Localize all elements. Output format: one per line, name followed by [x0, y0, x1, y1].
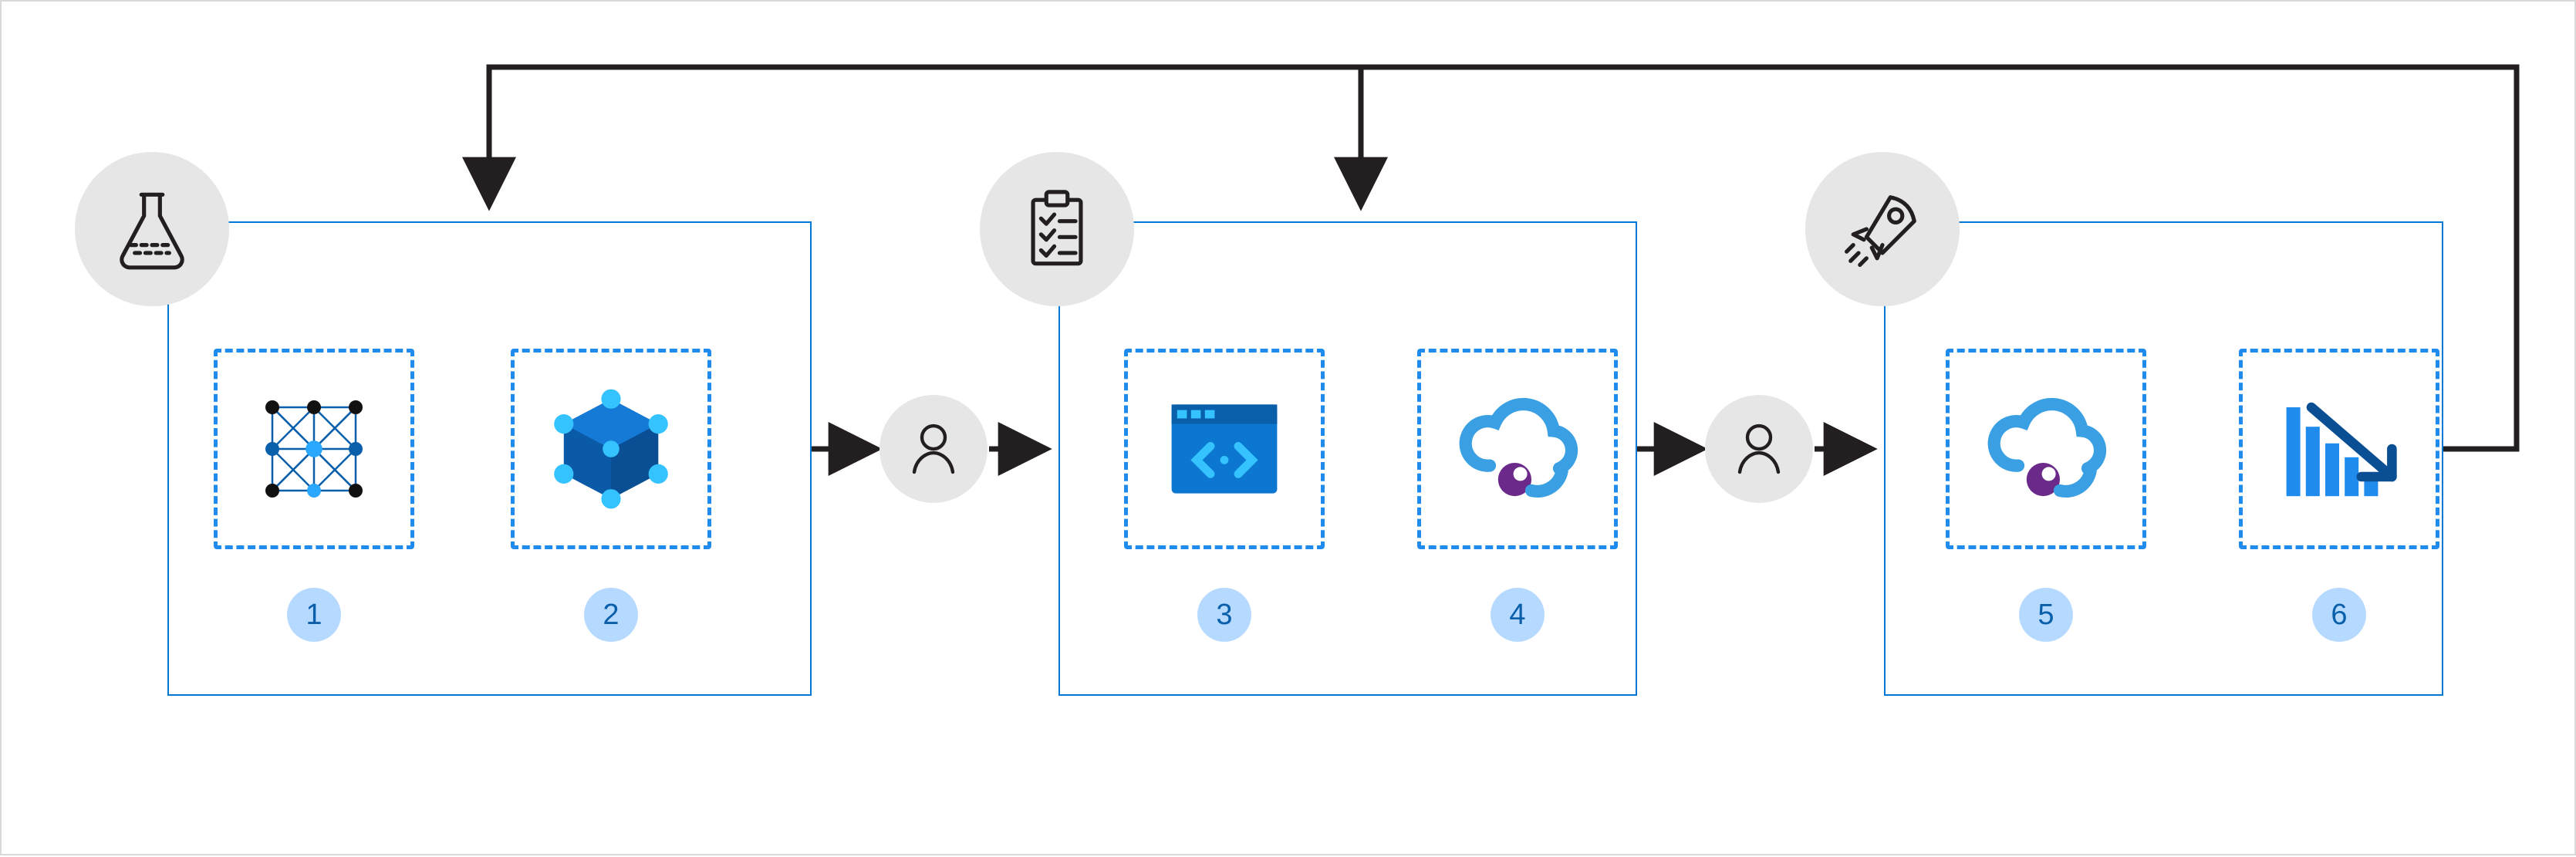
code-window-icon	[1155, 380, 1294, 518]
step-number: 1	[306, 599, 322, 632]
card-step-2	[511, 349, 711, 549]
stage-release-badge	[1805, 152, 1960, 306]
card-step-4	[1417, 349, 1618, 549]
clipboard-check-icon	[1015, 187, 1099, 272]
stage-experiment-badge	[75, 152, 229, 306]
badge-step-5: 5	[2019, 588, 2073, 642]
badge-step-1: 1	[287, 588, 341, 642]
diagram-canvas: 1 2	[0, 0, 2576, 855]
badge-step-6: 6	[2312, 588, 2366, 642]
step-number: 6	[2331, 599, 2347, 632]
badge-step-3: 3	[1197, 588, 1251, 642]
reviewer-2	[1705, 395, 1813, 503]
badge-step-2: 2	[584, 588, 638, 642]
cloud-deploy-icon	[1977, 380, 2115, 518]
cube-model-icon	[542, 380, 680, 518]
cloud-deploy-icon	[1448, 380, 1587, 518]
rocket-icon	[1840, 187, 1925, 272]
step-number: 2	[603, 599, 619, 632]
stage-validate-badge	[980, 152, 1134, 306]
step-number: 5	[2038, 599, 2054, 632]
person-icon	[1728, 418, 1790, 480]
step-number: 4	[1509, 599, 1525, 632]
badge-step-4: 4	[1491, 588, 1545, 642]
card-step-5	[1946, 349, 2146, 549]
card-step-6	[2239, 349, 2439, 549]
card-step-3	[1124, 349, 1325, 549]
neural-network-icon	[245, 380, 383, 518]
card-step-1	[214, 349, 414, 549]
flask-icon	[110, 187, 194, 272]
reviewer-1	[879, 395, 988, 503]
step-number: 3	[1216, 599, 1232, 632]
person-icon	[903, 418, 964, 480]
declining-chart-icon	[2270, 380, 2409, 518]
